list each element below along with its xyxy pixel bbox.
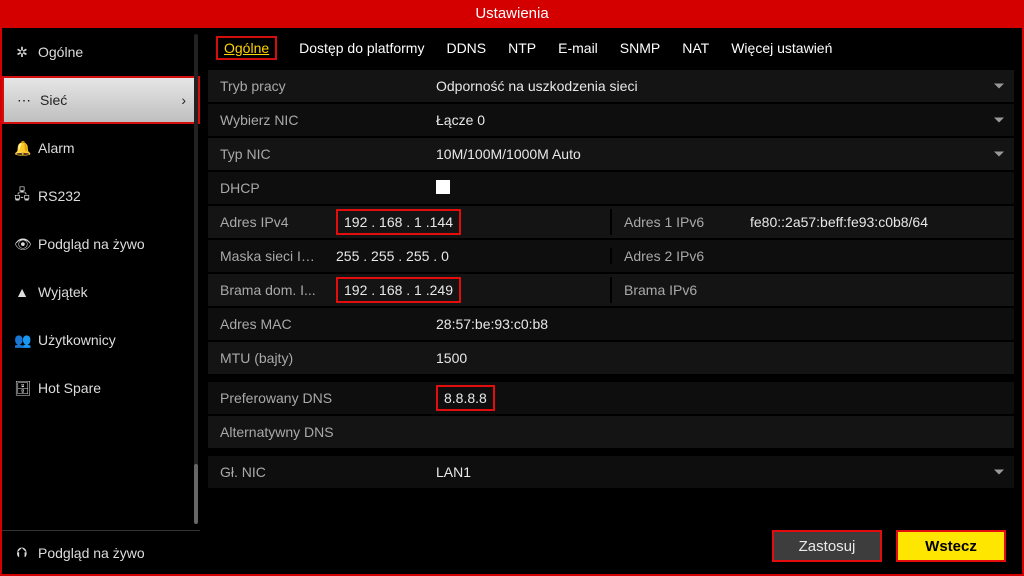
chevron-right-icon: › <box>181 92 186 108</box>
sidebar: ✲ Ogólne ⋯ Sieć › 🔔 Alarm 🖧 RS232 👁 Podg… <box>2 28 200 574</box>
server-icon: 🗄 <box>14 380 30 397</box>
tab-platform-access[interactable]: Dostęp do platformy <box>299 40 424 56</box>
label-ipv6-1: Adres 1 IPv6 <box>612 214 742 230</box>
serial-icon: 🖧 <box>14 184 30 208</box>
warning-icon: ▲ <box>14 284 30 300</box>
input-dns1[interactable]: 8.8.8.8 <box>428 385 1014 411</box>
apply-button[interactable]: Zastosuj <box>772 530 882 562</box>
select-main-nic[interactable]: LAN1 <box>428 464 1014 480</box>
select-nic[interactable]: Łącze 0 <box>428 112 1014 128</box>
input-mask[interactable]: 255 . 255 . 255 . 0 <box>328 248 610 264</box>
sidebar-item-rs232[interactable]: 🖧 RS232 <box>2 172 200 220</box>
select-value: Odporność na uszkodzenia sieci <box>436 78 638 94</box>
sidebar-item-general[interactable]: ✲ Ogólne <box>2 28 200 76</box>
sidebar-item-label: Podgląd na żywo <box>38 236 145 252</box>
input-gateway[interactable]: 192 . 168 . 1 .249 <box>328 277 610 303</box>
gear-icon: ✲ <box>14 44 30 61</box>
sidebar-item-label: Sieć <box>40 92 67 108</box>
sidebar-item-label: Użytkownicy <box>38 332 116 348</box>
chevron-down-icon <box>994 84 1004 89</box>
chevron-down-icon <box>994 470 1004 475</box>
input-mtu[interactable]: 1500 <box>428 350 1014 366</box>
label-dns2: Alternatywny DNS <box>208 424 428 440</box>
sidebar-scrollbar[interactable] <box>194 34 198 524</box>
sidebar-item-users[interactable]: 👥 Użytkownicy <box>2 316 200 364</box>
footer: Zastosuj Wstecz <box>208 520 1014 566</box>
back-icon: ⮉ <box>14 544 30 561</box>
dhcp-checkbox[interactable] <box>436 180 450 194</box>
content: Ogólne Dostęp do platformy DDNS NTP E-ma… <box>200 28 1022 574</box>
sidebar-item-exception[interactable]: ▲ Wyjątek <box>2 268 200 316</box>
sidebar-item-label: RS232 <box>38 188 81 204</box>
label-dhcp: DHCP <box>208 180 428 196</box>
dhcp-checkbox-cell <box>428 180 1014 197</box>
tab-general[interactable]: Ogólne <box>216 36 277 60</box>
network-icon: ⋯ <box>16 92 32 109</box>
sidebar-item-label: Hot Spare <box>38 380 101 396</box>
bell-icon: 🔔 <box>14 140 30 157</box>
value-mac: 28:57:be:93:c0:b8 <box>428 316 1014 332</box>
chevron-down-icon <box>994 118 1004 123</box>
label-work-mode: Tryb pracy <box>208 78 428 94</box>
tab-ntp[interactable]: NTP <box>508 40 536 56</box>
form: Tryb pracy Odporność na uszkodzenia siec… <box>208 70 1014 566</box>
tab-more-settings[interactable]: Więcej ustawień <box>731 40 832 56</box>
value-gateway: 192 . 168 . 1 .249 <box>336 277 461 303</box>
select-value: 10M/100M/1000M Auto <box>436 146 581 162</box>
select-nic-type[interactable]: 10M/100M/1000M Auto <box>428 146 1014 162</box>
label-mac: Adres MAC <box>208 316 428 332</box>
select-work-mode[interactable]: Odporność na uszkodzenia sieci <box>428 78 1014 94</box>
tabs: Ogólne Dostęp do platformy DDNS NTP E-ma… <box>208 32 1014 70</box>
select-value: Łącze 0 <box>436 112 485 128</box>
sidebar-item-label: Wyjątek <box>38 284 88 300</box>
input-ipv4[interactable]: 192 . 168 . 1 .144 <box>328 209 610 235</box>
sidebar-item-liveview[interactable]: 👁 Podgląd na żywo <box>2 220 200 268</box>
select-value: LAN1 <box>436 464 471 480</box>
sidebar-bottom-label: Podgląd na żywo <box>38 545 145 561</box>
value-mask: 255 . 255 . 255 . 0 <box>336 248 449 264</box>
label-mtu: MTU (bajty) <box>208 350 428 366</box>
window-title: Ustawienia <box>0 0 1024 28</box>
sidebar-item-hotspare[interactable]: 🗄 Hot Spare <box>2 364 200 412</box>
eye-icon: 👁 <box>14 236 30 253</box>
users-icon: 👥 <box>14 332 30 349</box>
label-mask: Maska sieci IP... <box>208 248 328 264</box>
label-ipv6-2: Adres 2 IPv6 <box>612 248 742 264</box>
sidebar-item-label: Ogólne <box>38 44 83 60</box>
tab-nat[interactable]: NAT <box>682 40 709 56</box>
value-ipv4: 192 . 168 . 1 .144 <box>336 209 461 235</box>
tab-email[interactable]: E-mail <box>558 40 598 56</box>
label-dns1: Preferowany DNS <box>208 390 428 406</box>
chevron-down-icon <box>994 152 1004 157</box>
scroll-thumb[interactable] <box>194 464 198 524</box>
label-main-nic: Gł. NIC <box>208 464 428 480</box>
sidebar-item-label: Alarm <box>38 140 75 156</box>
label-select-nic: Wybierz NIC <box>208 112 428 128</box>
tab-snmp[interactable]: SNMP <box>620 40 660 56</box>
back-button[interactable]: Wstecz <box>896 530 1006 562</box>
sidebar-item-alarm[interactable]: 🔔 Alarm <box>2 124 200 172</box>
label-ipv4: Adres IPv4 <box>208 214 328 230</box>
label-nic-type: Typ NIC <box>208 146 428 162</box>
label-gateway: Brama dom. I... <box>208 282 328 298</box>
sidebar-item-network[interactable]: ⋯ Sieć › <box>2 76 200 124</box>
sidebar-live-preview[interactable]: ⮉ Podgląd na żywo <box>2 530 200 574</box>
tab-ddns[interactable]: DDNS <box>446 40 486 56</box>
value-dns1: 8.8.8.8 <box>436 385 495 411</box>
label-ipv6-gw: Brama IPv6 <box>612 282 742 298</box>
value-ipv6-1[interactable]: fe80::2a57:beff:fe93:c0b8/64 <box>742 214 1014 230</box>
